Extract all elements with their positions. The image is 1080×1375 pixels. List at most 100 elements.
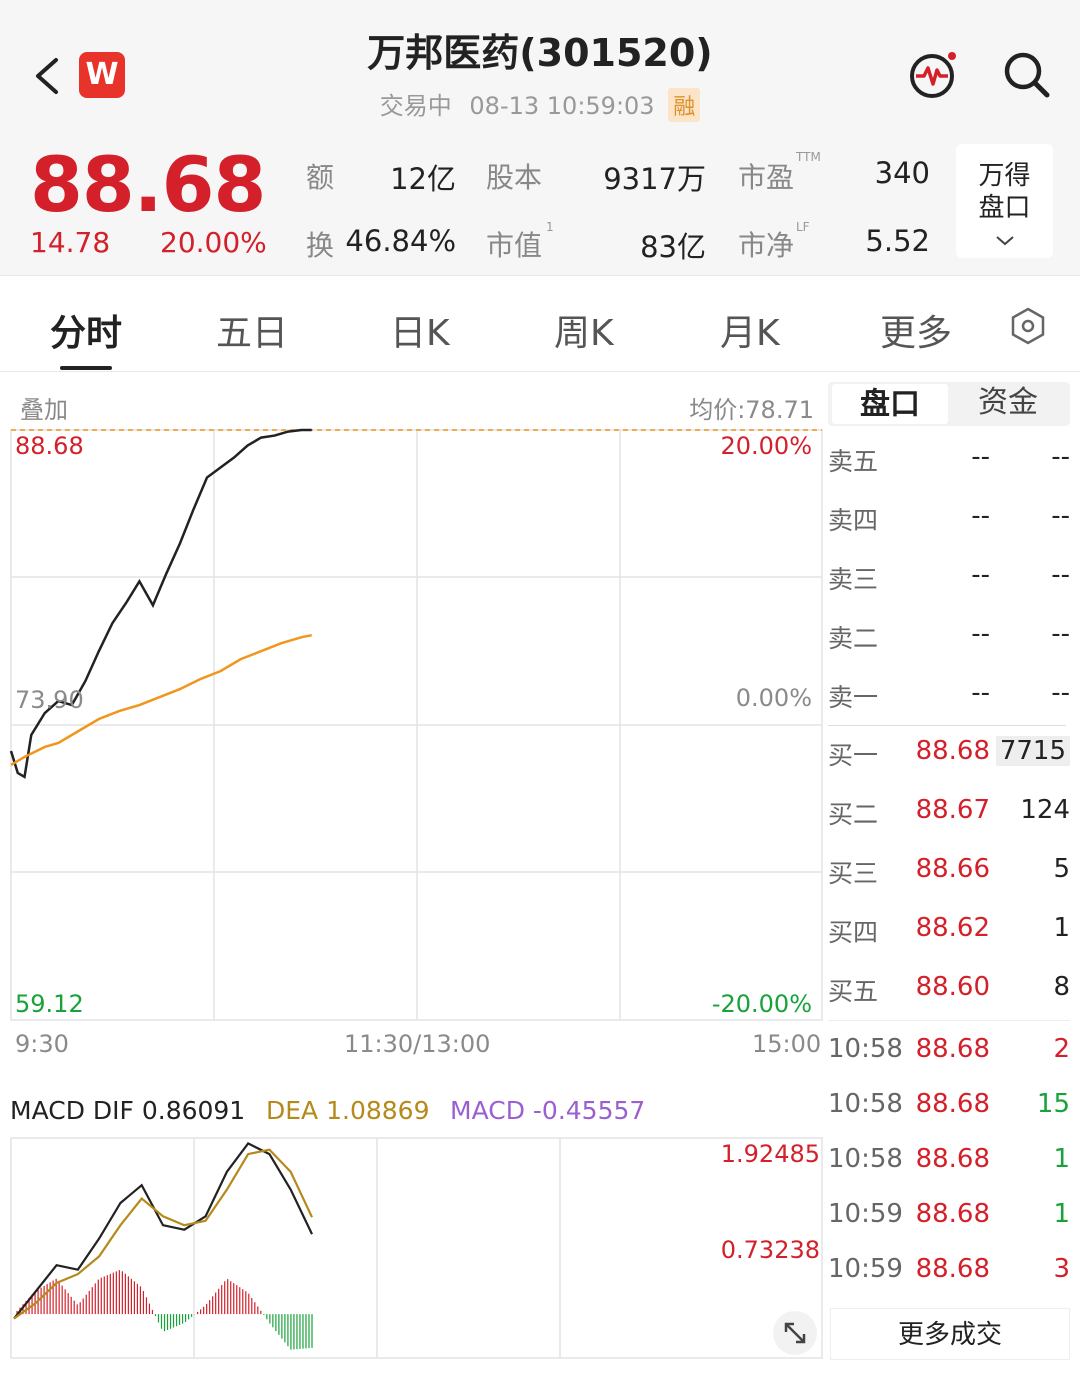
- stat-value-shares: 9317万: [603, 162, 706, 196]
- bid-volume: 1: [1053, 913, 1070, 943]
- bid-level-label: 买三: [828, 859, 879, 888]
- bid-volume: 7715: [995, 736, 1070, 766]
- bid-price: 88.68: [915, 736, 990, 766]
- bid-row: 买一 88.68 7715: [828, 736, 1070, 776]
- trade-volume: 2: [1053, 1034, 1070, 1064]
- price-change-pct: 20.00%: [160, 226, 267, 259]
- stat-sup-pe: TTM: [796, 150, 821, 164]
- bid-level-label: 买二: [828, 800, 879, 829]
- macd-y-mid: 0.73238: [720, 1236, 820, 1264]
- trade-price: 88.68: [915, 1144, 990, 1174]
- trade-volume: 1: [1053, 1144, 1070, 1174]
- trades-divider: [828, 1020, 1070, 1021]
- price-change: 14.78: [30, 226, 111, 259]
- bid-price: 88.62: [915, 913, 990, 943]
- tab-weekly-k[interactable]: 周K: [554, 304, 614, 356]
- trade-time: 10:58: [828, 1144, 903, 1174]
- trade-row: 10:59 88.68 1: [828, 1199, 1070, 1239]
- trade-price: 88.68: [915, 1254, 990, 1284]
- chevron-down-icon: [995, 236, 1014, 246]
- top-bar: W 万邦医药(301520) 交易中 08-13 10:59:03 融: [0, 0, 1080, 130]
- tab-intraday[interactable]: 分时: [50, 304, 122, 356]
- more-trades-button[interactable]: 更多成交: [830, 1308, 1070, 1360]
- bid-price: 88.67: [915, 795, 990, 825]
- ask-row: 卖三 -- --: [828, 560, 1070, 600]
- settings-hex-icon[interactable]: [1008, 306, 1048, 346]
- wind-button-line2: 盘口: [978, 193, 1031, 223]
- orderbook-divider: [828, 725, 1066, 726]
- wind-orderbook-button[interactable]: 万得 盘口: [956, 144, 1053, 258]
- stat-label-mktcap: 市值: [486, 229, 543, 262]
- bid-level-label: 买一: [828, 741, 879, 770]
- bid-price: 88.66: [915, 854, 990, 884]
- pulse-icon[interactable]: [908, 48, 960, 100]
- y-label-bottom: 59.12: [15, 990, 84, 1018]
- ask-volume: --: [1051, 678, 1070, 708]
- ask-volume: --: [1051, 442, 1070, 472]
- stat-sup-pb: LF: [796, 220, 810, 234]
- trade-price: 88.68: [915, 1199, 990, 1229]
- trade-row: 10:58 88.68 1: [828, 1144, 1070, 1184]
- trade-row: 10:58 88.68 2: [828, 1034, 1070, 1074]
- tab-five-day[interactable]: 五日: [216, 304, 288, 356]
- search-icon[interactable]: [1002, 50, 1052, 100]
- y-label-mid: 73.90: [15, 686, 84, 714]
- tab-more[interactable]: 更多: [880, 304, 952, 356]
- x-label-close: 15:00: [752, 1030, 822, 1058]
- chart-grid: [10, 429, 823, 1021]
- trade-volume: 1: [1053, 1199, 1070, 1229]
- orderbook-tabs: 盘口 资金: [828, 382, 1070, 426]
- stat-value-pe: 340: [874, 156, 930, 190]
- macd-dea-label: DEA 1.08869: [266, 1096, 430, 1125]
- trade-volume: 15: [1036, 1089, 1070, 1119]
- wind-button-line1: 万得: [978, 161, 1031, 191]
- y-label-top: 88.68: [15, 432, 84, 460]
- ask-level-label: 卖四: [828, 506, 879, 535]
- expand-icon[interactable]: [772, 1310, 818, 1356]
- macd-value-label: MACD -0.45557: [450, 1096, 646, 1125]
- stat-label-turnover: 换: [306, 229, 335, 262]
- stat-sup-mktcap: 1: [546, 220, 554, 234]
- bid-volume: 5: [1053, 854, 1070, 884]
- pct-label-mid: 0.00%: [735, 684, 812, 712]
- status-text: 交易中: [379, 92, 452, 120]
- ask-price: --: [971, 678, 990, 708]
- ask-level-label: 卖一: [828, 683, 879, 712]
- bid-row: 买三 88.66 5: [828, 854, 1070, 894]
- bid-row: 买二 88.67 124: [828, 795, 1070, 835]
- tab-capital-flow[interactable]: 资金: [950, 382, 1066, 422]
- bid-row: 买四 88.62 1: [828, 913, 1070, 953]
- trade-time: 10:59: [828, 1199, 903, 1229]
- macd-dif-label: MACD DIF 0.86091: [10, 1096, 246, 1125]
- macd-y-top: 1.92485: [720, 1140, 820, 1168]
- ask-row: 卖四 -- --: [828, 501, 1070, 541]
- trade-price: 88.68: [915, 1034, 990, 1064]
- stat-label-pe: 市盈: [738, 161, 795, 194]
- period-tabs: 分时 五日 日K 周K 月K 更多: [0, 276, 1080, 372]
- tab-orderbook[interactable]: 盘口: [832, 384, 948, 424]
- trade-time: 10:58: [828, 1034, 903, 1064]
- intraday-chart[interactable]: [0, 370, 826, 1075]
- trade-volume: 3: [1053, 1254, 1070, 1284]
- ask-level-label: 卖五: [828, 447, 879, 476]
- trade-price: 88.68: [915, 1089, 990, 1119]
- pct-label-bottom: -20.00%: [711, 990, 812, 1018]
- ask-volume: --: [1051, 560, 1070, 590]
- ask-volume: --: [1051, 501, 1070, 531]
- ask-row: 卖五 -- --: [828, 442, 1070, 482]
- stat-value-turnover: 46.84%: [345, 224, 456, 258]
- ask-price: --: [971, 560, 990, 590]
- margin-badge: 融: [668, 88, 701, 122]
- trade-row: 10:59 88.68 3: [828, 1254, 1070, 1294]
- ask-row: 卖二 -- --: [828, 619, 1070, 659]
- trade-time: 10:58: [828, 1089, 903, 1119]
- stat-value-amount: 12亿: [390, 162, 456, 196]
- stat-value-pb: 5.52: [865, 224, 930, 258]
- tab-daily-k[interactable]: 日K: [390, 304, 450, 356]
- x-label-open: 9:30: [15, 1030, 69, 1058]
- bid-level-label: 买五: [828, 977, 879, 1006]
- x-label-midday: 11:30/13:00: [344, 1030, 491, 1058]
- tab-monthly-k[interactable]: 月K: [720, 304, 780, 356]
- ask-price: --: [971, 619, 990, 649]
- trade-time: 10:59: [828, 1254, 903, 1284]
